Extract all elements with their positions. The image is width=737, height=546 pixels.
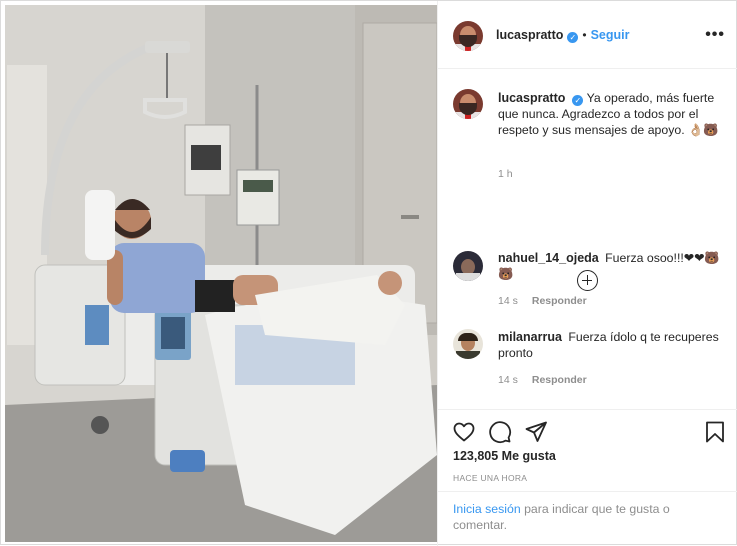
hospital-photo-illustration (5, 5, 437, 542)
actions-bar: 123,805 Me gusta HACE UNA HORA (438, 409, 737, 491)
reply-button[interactable]: Responder (532, 374, 587, 386)
likes-count[interactable]: 123,805 Me gusta (453, 449, 556, 463)
caption: lucaspratto ✓ Ya operado, más fuerte que … (498, 90, 723, 138)
caption-username[interactable]: lucaspratto (498, 91, 565, 105)
comment-icon[interactable] (488, 420, 512, 444)
comment-meta: 14 s Responder (498, 295, 587, 307)
avatar[interactable] (453, 21, 483, 51)
comments-section: lucaspratto ✓ Ya operado, más fuerte que … (438, 70, 737, 410)
header-user-line: lucaspratto ✓ • Seguir (496, 28, 630, 43)
follow-button[interactable]: Seguir (591, 28, 630, 42)
more-options-icon[interactable]: ••• (705, 26, 725, 44)
caption-time: 1 h (498, 168, 513, 180)
reply-button[interactable]: Responder (532, 295, 587, 307)
bookmark-icon[interactable] (703, 420, 727, 444)
comment-avatar[interactable] (453, 329, 483, 359)
comment-time: 14 s (498, 374, 518, 386)
post-frame: lucaspratto ✓ • Seguir ••• lucaspratto ✓ Ya … (0, 0, 737, 546)
comment-time: 14 s (498, 295, 518, 307)
heart-icon[interactable] (452, 420, 476, 444)
post-side-panel: lucaspratto ✓ • Seguir ••• lucaspratto ✓ Ya … (437, 1, 737, 546)
share-icon[interactable] (524, 420, 548, 444)
post-timestamp: HACE UNA HORA (453, 473, 528, 483)
login-link[interactable]: Inicia sesión (453, 502, 521, 516)
comment-username[interactable]: nahuel_14_ojeda (498, 251, 599, 265)
caption-avatar[interactable] (453, 89, 483, 119)
comment-item: nahuel_14_ojeda Fuerza osoo!!!❤❤🐻🐻 (498, 250, 723, 282)
post-header: lucaspratto ✓ • Seguir ••• (438, 1, 737, 69)
login-prompt: Inicia sesión para indicar que te gusta … (438, 491, 737, 546)
header-username[interactable]: lucaspratto (496, 28, 563, 42)
separator: • (582, 28, 587, 42)
comment-meta: 14 s Responder (498, 374, 587, 386)
verified-badge-icon: ✓ (567, 32, 579, 43)
comment-avatar[interactable] (453, 251, 483, 281)
comment-item: milanarrua Fuerza ídolo q te recuperes p… (498, 329, 723, 361)
post-photo[interactable] (5, 5, 437, 542)
comment-username[interactable]: milanarrua (498, 330, 562, 344)
verified-badge-icon: ✓ (572, 95, 584, 106)
